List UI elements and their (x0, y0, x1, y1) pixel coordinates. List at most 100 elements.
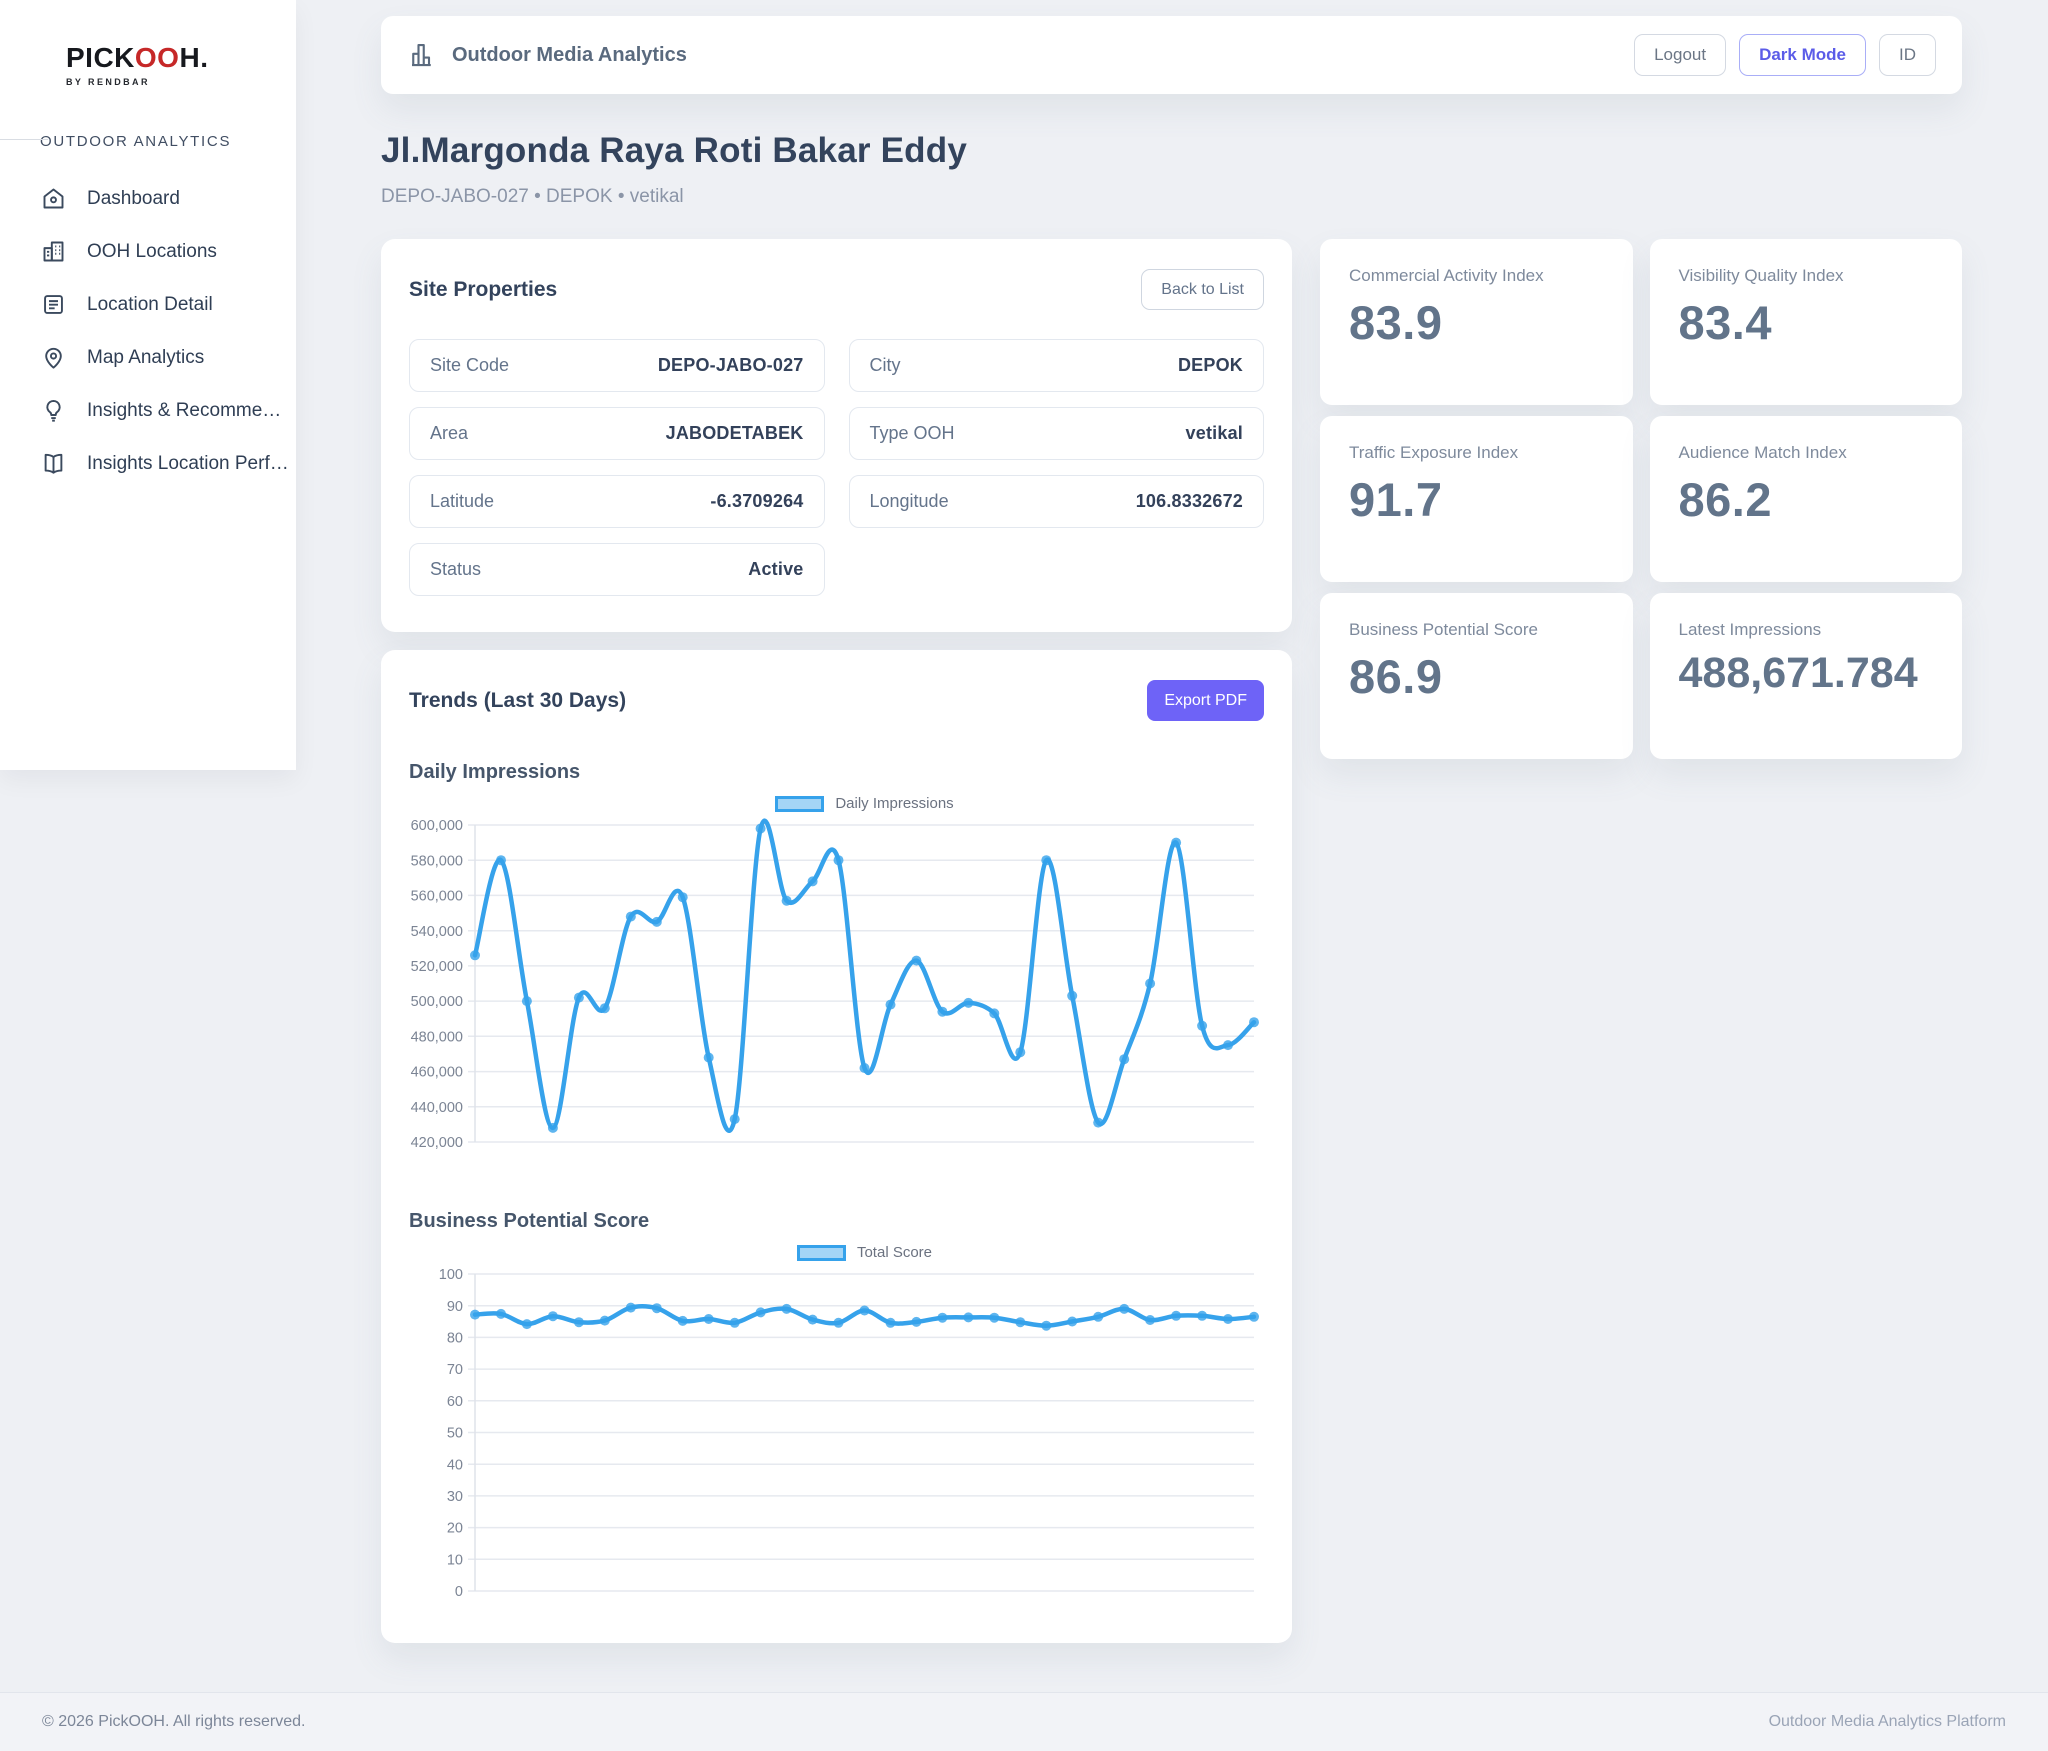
dark-mode-button[interactable]: Dark Mode (1739, 34, 1866, 76)
stat-card-audience-match: Audience Match Index 86.2 (1650, 416, 1963, 582)
app-title: Outdoor Media Analytics (452, 44, 687, 67)
field-longitude: Longitude 106.8332672 (849, 475, 1265, 528)
sidebar-item-insights-recommendations[interactable]: Insights & Recomme… (0, 384, 296, 437)
stat-card-traffic-exposure: Traffic Exposure Index 91.7 (1320, 416, 1633, 582)
main-content: Outdoor Media Analytics Logout Dark Mode… (381, 0, 1962, 1643)
svg-text:420,000: 420,000 (411, 1135, 463, 1151)
sidebar-item-label: OOH Locations (87, 241, 217, 263)
bar-chart-icon (407, 40, 437, 70)
svg-text:480,000: 480,000 (411, 1029, 463, 1045)
buildings-icon (40, 238, 67, 265)
sidebar-item-label: Dashboard (87, 188, 180, 210)
page-title: Jl.Margonda Raya Roti Bakar Eddy (381, 131, 1962, 171)
stat-value: 488,671.784 (1679, 649, 1934, 698)
stat-label: Business Potential Score (1349, 620, 1604, 640)
legend-label: Total Score (857, 1244, 932, 1261)
sidebar-item-location-detail[interactable]: Location Detail (0, 278, 296, 331)
svg-text:70: 70 (447, 1362, 463, 1378)
home-icon (40, 185, 67, 212)
page-subtitle: DEPO-JABO-027 • DEPOK • vetikal (381, 186, 1962, 208)
total-score-legend[interactable]: Total Score (475, 1239, 1254, 1266)
logout-button[interactable]: Logout (1634, 34, 1726, 76)
svg-text:540,000: 540,000 (411, 924, 463, 940)
stat-value: 86.9 (1349, 649, 1604, 704)
language-id-button[interactable]: ID (1879, 34, 1936, 76)
brand-logo: PICKOOH. BY RENDBAR (0, 0, 296, 87)
stat-label: Latest Impressions (1679, 620, 1934, 640)
svg-text:560,000: 560,000 (411, 888, 463, 904)
back-to-list-button[interactable]: Back to List (1141, 269, 1264, 310)
stat-card-visibility-quality: Visibility Quality Index 83.4 (1650, 239, 1963, 405)
topbar-actions: Logout Dark Mode ID (1634, 34, 1936, 76)
legend-label: Daily Impressions (835, 795, 953, 812)
stat-value: 83.9 (1349, 295, 1604, 350)
field-label: Latitude (430, 491, 494, 512)
stat-value: 83.4 (1679, 295, 1934, 350)
svg-text:100: 100 (439, 1267, 463, 1283)
svg-text:30: 30 (447, 1489, 463, 1505)
field-value: JABODETABEK (666, 423, 804, 444)
sidebar-item-dashboard[interactable]: Dashboard (0, 172, 296, 225)
content-columns: Site Properties Back to List Site Code D… (381, 239, 1962, 1643)
svg-text:50: 50 (447, 1426, 463, 1442)
field-area: Area JABODETABEK (409, 407, 825, 460)
stat-label: Traffic Exposure Index (1349, 443, 1604, 463)
field-city: City DEPOK (849, 339, 1265, 392)
trends-card: Trends (Last 30 Days) Export PDF Daily I… (381, 650, 1292, 1643)
daily-impressions-chart: 600,000580,000560,000540,000520,000500,0… (409, 817, 1264, 1162)
stat-label: Visibility Quality Index (1679, 266, 1934, 286)
sidebar: PICKOOH. BY RENDBAR OUTDOOR ANALYTICS Da… (0, 0, 296, 770)
field-label: Longitude (870, 491, 949, 512)
site-properties-title: Site Properties (409, 278, 557, 302)
site-properties-header: Site Properties Back to List (409, 269, 1264, 310)
sidebar-section-label: OUTDOOR ANALYTICS (40, 133, 296, 150)
copyright-text: © 2026 PickOOH. All rights reserved. (42, 1713, 305, 1731)
sidebar-item-label: Location Detail (87, 294, 213, 316)
document-icon (40, 291, 67, 318)
field-value: DEPOK (1178, 355, 1243, 376)
field-label: Type OOH (870, 423, 955, 444)
trends-header: Trends (Last 30 Days) Export PDF (409, 680, 1264, 721)
sidebar-divider (0, 139, 48, 140)
sidebar-item-insights-location-performance[interactable]: Insights Location Perf… (0, 437, 296, 490)
field-value: vetikal (1186, 423, 1243, 444)
stat-card-business-potential: Business Potential Score 86.9 (1320, 593, 1633, 759)
field-label: Status (430, 559, 481, 580)
business-potential-chart: 1009080706050403020100 (409, 1266, 1264, 1611)
svg-text:10: 10 (447, 1552, 463, 1568)
svg-text:460,000: 460,000 (411, 1065, 463, 1081)
field-status: Status Active (409, 543, 825, 596)
trends-title: Trends (Last 30 Days) (409, 689, 626, 713)
svg-text:440,000: 440,000 (411, 1100, 463, 1116)
topbar: Outdoor Media Analytics Logout Dark Mode… (381, 16, 1962, 94)
brand-tagline: BY RENDBAR (66, 77, 296, 87)
field-label: Site Code (430, 355, 509, 376)
stat-label: Commercial Activity Index (1349, 266, 1604, 286)
legend-swatch (797, 1245, 846, 1261)
field-site-code: Site Code DEPO-JABO-027 (409, 339, 825, 392)
sidebar-item-ooh-locations[interactable]: OOH Locations (0, 225, 296, 278)
svg-text:500,000: 500,000 (411, 994, 463, 1010)
export-pdf-button[interactable]: Export PDF (1147, 680, 1264, 721)
platform-text: Outdoor Media Analytics Platform (1769, 1713, 2006, 1731)
svg-text:20: 20 (447, 1521, 463, 1537)
sidebar-item-label: Insights Location Perf… (87, 453, 289, 475)
daily-impressions-legend[interactable]: Daily Impressions (475, 790, 1254, 817)
sidebar-nav: Dashboard OOH Locations Location Detail … (0, 172, 296, 490)
daily-impressions-subtitle: Daily Impressions (409, 761, 1264, 784)
stats-grid: Commercial Activity Index 83.9 Visibilit… (1320, 239, 1962, 759)
svg-text:0: 0 (455, 1584, 463, 1600)
stat-value: 86.2 (1679, 472, 1934, 527)
svg-text:80: 80 (447, 1330, 463, 1346)
svg-text:90: 90 (447, 1299, 463, 1315)
site-properties-card: Site Properties Back to List Site Code D… (381, 239, 1292, 632)
field-label: Area (430, 423, 468, 444)
site-properties-fields: Site Code DEPO-JABO-027 City DEPOK Area … (409, 339, 1264, 596)
topbar-title-group: Outdoor Media Analytics (407, 40, 687, 70)
field-label: City (870, 355, 901, 376)
svg-text:580,000: 580,000 (411, 853, 463, 869)
sidebar-item-map-analytics[interactable]: Map Analytics (0, 331, 296, 384)
field-type-ooh: Type OOH vetikal (849, 407, 1265, 460)
open-book-icon (40, 450, 67, 477)
svg-text:600,000: 600,000 (411, 818, 463, 834)
